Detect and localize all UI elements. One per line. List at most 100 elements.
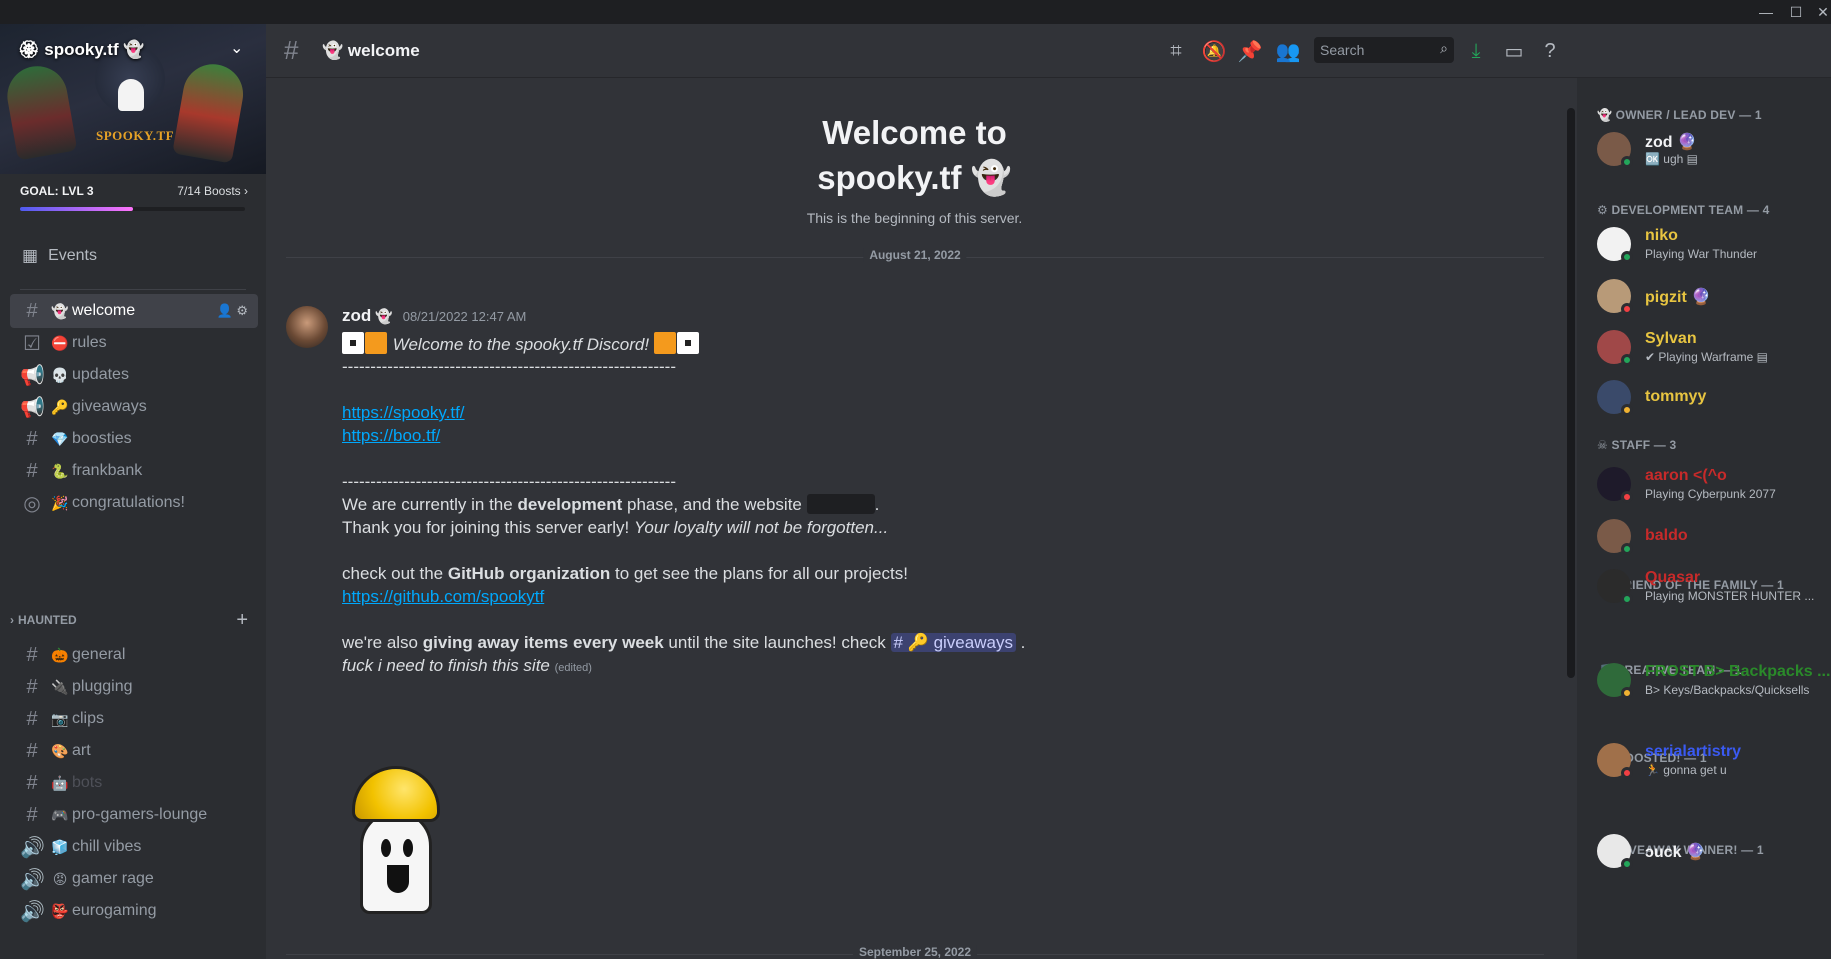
scrollbar-thumb[interactable] [1567,108,1575,678]
member-item[interactable]: Quasar Playing MONSTER HUNTER ... [1597,565,1827,609]
banner-figure-right [172,59,248,164]
inbox-icon[interactable]: ▭ [1500,37,1528,65]
member-name: niko [1645,227,1678,244]
message-line: check out the GitHub organization to get… [342,562,1492,585]
events-item[interactable]: ▦ Events [10,238,258,274]
gh-pre: check out the [342,564,448,583]
sticker-ghost-body [360,810,432,914]
avatar[interactable] [286,306,328,348]
member-item[interactable]: baldo [1597,515,1827,559]
dev-post: phase, and the website [622,495,807,514]
download-icon[interactable]: ⤓ [1462,37,1490,65]
member-item[interactable]: aaron <(^o Playing Cyberpunk 2077 [1597,463,1827,507]
chevron-down-icon[interactable]: ⌄ [230,38,243,58]
member-item[interactable]: zod 🔮 🆗 ugh ▤ [1597,128,1827,172]
channel-chill-vibes[interactable]: 🔊 🧊 chill vibes [10,830,258,864]
last-italic: fuck i need to finish this site [342,656,550,675]
member-item[interactable]: FROST B> Backpacks ... B> Keys/Backpacks/… [1597,659,1830,703]
channel-bots[interactable]: # 🤖 bots [10,766,258,800]
boost-goal-label: GOAL: LVL 3 [20,184,94,198]
link-github[interactable]: https://github.com/spookytf [342,587,544,606]
help-icon[interactable]: ? [1536,37,1564,65]
message-blank [342,608,1492,631]
channel-type-icon: # [26,771,38,794]
add-channel-icon[interactable]: + [236,609,248,632]
message-rule: ----------------------------------------… [342,357,677,376]
channel-rules[interactable]: ☑ ⛔ rules [10,326,258,360]
boost-goal[interactable]: GOAL: LVL 3 7/14 Boosts › [0,174,266,222]
role-header: 👻 OWNER / LEAD DEV — 1 [1597,108,1762,122]
channel-plugging[interactable]: # 🔌 plugging [10,670,258,704]
sticker-eye [381,839,391,857]
gh-bold: GitHub organization [447,564,611,583]
banner-logo: SPOOKY.TF [96,128,175,143]
chat-area: # 👻 welcome ⌗ 🔕 📌 👥 Search ⌕ ⤓ ▭ ? Welco… [266,24,1577,959]
message-author[interactable]: zod [342,306,371,326]
member-item[interactable]: serialartistry 🏃 gonna get u [1597,739,1827,783]
server-banner[interactable]: SPOOKY.TF 🏵 spooky.tf 👻 ⌄ [0,24,266,174]
member-item[interactable]: ɔuck 🔮 [1597,830,1827,874]
channel-welcome[interactable]: # 👻 welcome 👤 ⚙ [10,294,258,328]
channel-giveaways[interactable]: 📢 🔑 giveaways [10,390,258,424]
channel-emoji-icon: 😡 [52,870,68,887]
channel-gamer-rage[interactable]: 🔊 😡 gamer rage [10,862,258,896]
channel-emoji-icon: 🎮 [51,806,69,823]
channel-pro-gamers-lounge[interactable]: # 🎮 pro-gamers-lounge [10,798,258,832]
search-input[interactable]: Search ⌕ [1314,37,1454,63]
threads-icon[interactable]: ⌗ [1162,37,1190,65]
mute-icon[interactable]: 🔕 [1200,37,1228,65]
channel-emoji-icon: 🎉 [51,494,69,511]
member-item[interactable]: tommyy [1597,376,1827,420]
close-button[interactable]: ✕ [1808,0,1831,24]
channel-art[interactable]: # 🎨 art [10,734,258,768]
members-icon[interactable]: 👥 [1274,37,1302,65]
channel-eurogaming[interactable]: 🔊 👺 eurogaming [10,894,258,928]
channel-type-icon: 🔊 [20,836,45,859]
channel-emoji-icon: 🧊 [51,838,69,855]
channel-type-icon: 📢 [20,396,45,419]
message-line: We are currently in the development phas… [342,493,1492,516]
edited-label: (edited) [554,662,592,674]
link-spooky[interactable]: https://spooky.tf/ [342,403,465,422]
member-activity: ✔ Playing Warframe ▤ [1645,350,1768,364]
events-label: Events [48,247,97,264]
channel-label: welcome [72,302,136,319]
channel-type-icon: # [26,459,38,482]
channel-settings-icon[interactable]: 👤 ⚙ [217,303,248,319]
member-item[interactable]: Sylvan ✔ Playing Warframe ▤ [1597,326,1827,370]
channel-label: eurogaming [72,902,157,919]
channel-emoji-icon: 🎨 [51,742,69,759]
message-line: https://github.com/spookytf [342,585,1492,608]
channel-boosties[interactable]: # 💎 boosties [10,422,258,456]
maximize-button[interactable]: ☐ [1781,0,1811,24]
channel-emoji-icon: 👺 [51,902,69,919]
server-name[interactable]: 🏵 spooky.tf 👻 [18,40,145,60]
channel-type-icon: # [26,803,38,826]
search-icon: ⌕ [1440,40,1448,56]
member-item[interactable]: niko Playing War Thunder [1597,223,1827,267]
channel-frankbank[interactable]: # 🐍 frankbank [10,454,258,488]
link-boo[interactable]: https://boo.tf/ [342,426,440,445]
boost-progress-bar [20,207,245,211]
member-item[interactable]: pigzit 🔮 [1597,275,1827,319]
channel-clips[interactable]: # 📷 clips [10,702,258,736]
welcome-line: Welcome to the spooky.tf Discord! [392,335,650,354]
member-list: 👻 OWNER / LEAD DEV — 1 ⚙ DEVELOPMENT TEAM… [1577,78,1831,959]
member-activity: Playing War Thunder [1645,247,1758,261]
channel-general[interactable]: # 🎃 general [10,638,258,672]
channel-congratulations-[interactable]: ◎ 🎉 congratulations! [10,486,258,520]
status-online-icon [1621,354,1633,366]
scrollbar[interactable] [1565,84,1577,959]
pin-icon[interactable]: 📌 [1236,37,1264,65]
channel-updates[interactable]: 📢 💀 updates [10,358,258,392]
spoiler[interactable] [806,494,875,514]
channel-mention[interactable]: # 🔑 giveaways [890,633,1016,652]
channel-header: # 👻 welcome ⌗ 🔕 📌 👥 Search ⌕ ⤓ ▭ ? [266,24,1577,78]
white-square-icon [342,332,364,354]
boost-count[interactable]: 7/14 Boosts › [177,184,248,198]
member-activity: 🆗 ugh ▤ [1645,152,1698,166]
minimize-button[interactable]: — [1751,0,1781,24]
ghost-hardhat-sticker[interactable] [346,766,446,921]
category-haunted[interactable]: › HAUNTED + [6,609,256,632]
discord-app: — ☐ ✕ SPOOKY.TF 🏵 spooky.tf 👻 ⌄ GOAL: LV… [0,0,1831,959]
